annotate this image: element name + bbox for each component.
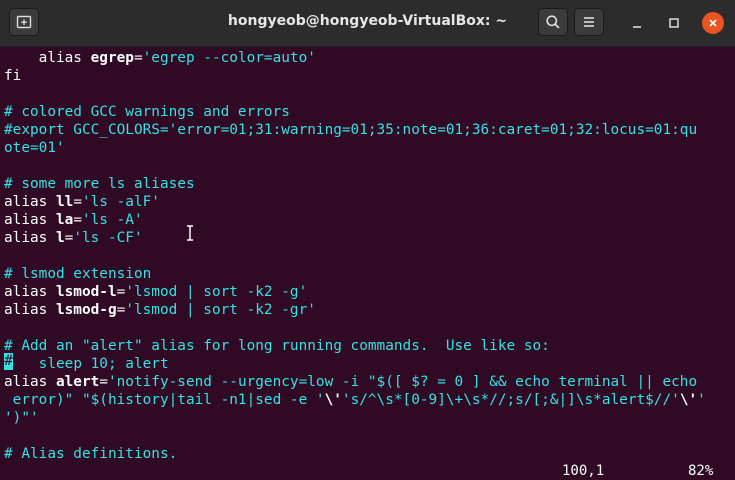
terminal-line: #export GCC_COLORS='error=01;31:warning=… xyxy=(4,121,697,139)
terminal-text: 'notify-send --urgency=low -i "$([ $? = … xyxy=(107,374,698,390)
terminal-line: sleep 10; alert xyxy=(4,355,169,373)
terminal-text: # Add an "alert" alias for long running … xyxy=(4,338,550,354)
terminal-text: lsmod-g xyxy=(55,302,117,318)
terminal-line: alias lsmod-g='lsmod | sort -k2 -gr' xyxy=(4,301,316,319)
terminal-text: # colored GCC warnings and errors xyxy=(4,104,290,120)
terminal-text: #export GCC_COLORS='error=01;31:warning=… xyxy=(4,122,698,138)
terminal-line: # Add an "alert" alias for long running … xyxy=(4,337,550,355)
close-icon xyxy=(709,19,717,27)
search-button[interactable] xyxy=(538,8,568,36)
terminal-line: ')"' xyxy=(4,409,39,427)
minimize-button[interactable] xyxy=(626,12,648,34)
terminal-viewport[interactable]: alias egrep='egrep --color=auto' fi # colo… xyxy=(0,47,735,472)
terminal-text: ' xyxy=(697,392,706,408)
terminal-text: l xyxy=(55,230,65,246)
terminal-text: alert xyxy=(55,374,100,390)
terminal-line: alias ll='ls -alF' xyxy=(4,193,160,211)
terminal-text: 'lsmod | sort -k2 -gr' xyxy=(125,302,316,318)
terminal-line: ote=01' xyxy=(4,139,65,157)
terminal-text: alias xyxy=(4,284,56,300)
title-bar: hongyeob@hongyeob-VirtualBox: ~ xyxy=(0,0,735,47)
terminal-text: = xyxy=(73,194,82,210)
terminal-text: fi xyxy=(4,68,22,84)
terminal-line: fi xyxy=(4,67,21,85)
terminal-text: 'ls -alF' xyxy=(81,194,160,210)
terminal-text: alias xyxy=(4,374,56,390)
terminal-text: error)" "$(history|tail -n1|sed -e ' xyxy=(4,392,325,408)
terminal-text: 's/^\s*[0-9]\+\s*//;s/[;&|]\s*alert$//' xyxy=(341,392,680,408)
terminal-text: alias xyxy=(4,230,56,246)
terminal-text: 'ls -A' xyxy=(81,212,143,228)
terminal-line: # Alias definitions. xyxy=(4,445,177,463)
terminal-text: = xyxy=(133,50,143,66)
terminal-text: ')"' xyxy=(4,410,39,426)
terminal-text: alias xyxy=(4,50,91,66)
terminal-text: la xyxy=(55,212,74,228)
terminal-text: = xyxy=(73,212,82,228)
minimize-icon xyxy=(633,26,641,28)
hamburger-menu-icon xyxy=(584,17,594,27)
terminal-text: sleep 10; alert xyxy=(12,356,169,372)
terminal-line: alias la='ls -A' xyxy=(4,211,143,229)
terminal-text: 'lsmod | sort -k2 -g' xyxy=(125,284,308,300)
terminal-line: alias alert='notify-send --urgency=low -… xyxy=(4,373,697,391)
terminal-text: egrep xyxy=(90,50,134,66)
terminal-line: alias lsmod-l='lsmod | sort -k2 -g' xyxy=(4,283,307,301)
terminal-text: # Alias definitions. xyxy=(4,446,178,462)
vim-scroll-percent: 82% xyxy=(688,463,714,479)
terminal-text: ll xyxy=(55,194,74,210)
maximize-icon xyxy=(669,18,679,28)
terminal-text: = xyxy=(116,302,126,318)
window-title: hongyeob@hongyeob-VirtualBox: ~ xyxy=(227,13,508,29)
maximize-button[interactable] xyxy=(663,12,685,34)
terminal-text: # lsmod extension xyxy=(4,266,152,282)
menu-button[interactable] xyxy=(574,8,604,36)
terminal-text: # some more ls aliases xyxy=(4,176,195,192)
terminal-line: # colored GCC warnings and errors xyxy=(4,103,290,121)
terminal-line: alias egrep='egrep --color=auto' xyxy=(4,49,316,67)
search-icon xyxy=(546,15,560,29)
terminal-line: # some more ls aliases xyxy=(4,175,195,193)
terminal-cursor: # xyxy=(4,353,13,370)
vim-cursor-position: 100,1 xyxy=(562,463,605,479)
terminal-text: = xyxy=(99,374,108,390)
text-cursor-icon xyxy=(187,225,193,241)
terminal-text: lsmod-l xyxy=(55,284,117,300)
terminal-text: 'ls -CF' xyxy=(73,230,143,246)
terminal-text: = xyxy=(116,284,126,300)
terminal-text: alias xyxy=(4,212,56,228)
close-button[interactable] xyxy=(702,12,724,34)
terminal-text: 'egrep --color=auto' xyxy=(142,50,316,66)
terminal-text: \' xyxy=(679,392,698,408)
terminal-text: alias xyxy=(4,194,56,210)
terminal-text: \' xyxy=(324,392,342,408)
terminal-line: # lsmod extension xyxy=(4,265,151,283)
terminal-text: alias xyxy=(4,302,56,318)
terminal-text: ote=01' xyxy=(4,140,65,156)
terminal-line: alias l='ls -CF' xyxy=(4,229,143,247)
terminal-line: error)" "$(history|tail -n1|sed -e '\''s… xyxy=(4,391,706,409)
